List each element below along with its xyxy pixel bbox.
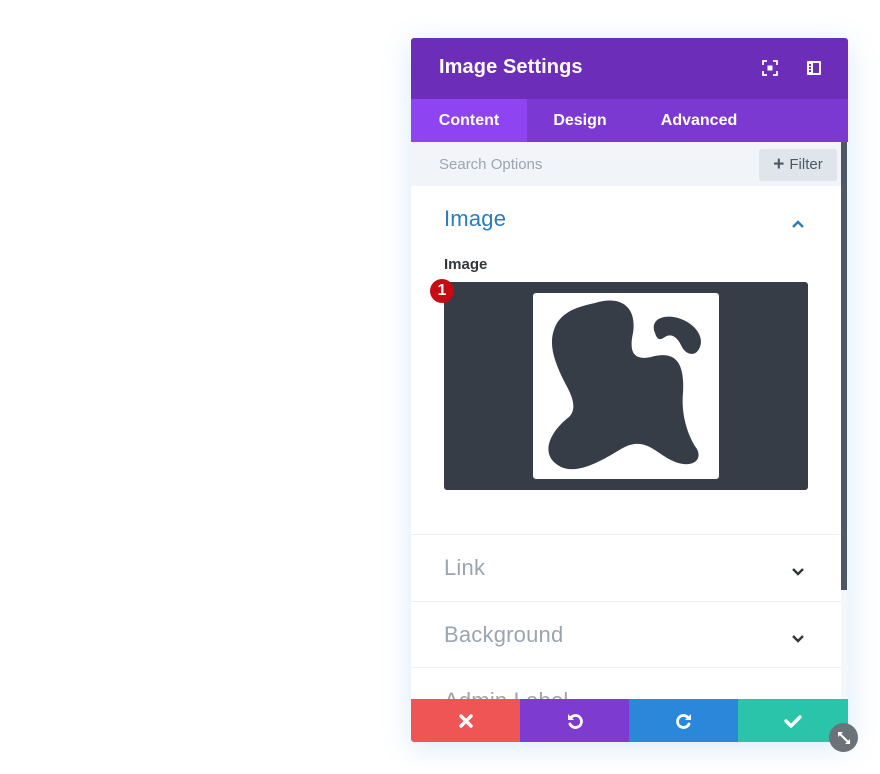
image-thumbnail — [533, 293, 719, 479]
resize-arrows-icon — [837, 731, 850, 744]
check-icon — [784, 714, 802, 728]
plus-icon: + — [773, 154, 785, 175]
chevron-down-icon[interactable] — [791, 631, 805, 643]
image-upload-preview[interactable] — [444, 282, 808, 490]
blob-shape-image — [548, 300, 701, 470]
chevron-up-icon[interactable] — [791, 216, 805, 228]
section-divider — [411, 667, 841, 668]
section-title-link[interactable]: Link — [444, 555, 485, 581]
tab-bar: Content Design Advanced — [411, 99, 848, 142]
modal-footer — [411, 699, 848, 742]
step-badge: 1 — [430, 279, 454, 303]
redo-icon — [676, 713, 691, 729]
section-divider — [411, 601, 841, 602]
expand-icon[interactable] — [762, 60, 778, 76]
filter-button[interactable]: + Filter — [759, 149, 837, 181]
section-title-image[interactable]: Image — [444, 206, 506, 232]
tab-advanced[interactable]: Advanced — [633, 99, 765, 142]
modal-header: Image Settings — [411, 38, 848, 99]
close-icon — [459, 713, 473, 728]
search-options-input[interactable] — [439, 152, 739, 176]
tab-design[interactable]: Design — [527, 99, 633, 142]
sidebar-layout-icon[interactable] — [806, 60, 822, 76]
section-divider — [411, 534, 841, 535]
redo-button[interactable] — [629, 699, 739, 742]
modal-title: Image Settings — [439, 56, 583, 78]
cancel-button[interactable] — [411, 699, 521, 742]
undo-icon — [568, 713, 583, 729]
section-title-background[interactable]: Background — [444, 622, 563, 648]
search-bar: +Filter — [411, 142, 841, 186]
chevron-down-icon[interactable] — [791, 564, 805, 576]
tab-content[interactable]: Content — [411, 99, 527, 142]
scrollbar-thumb[interactable] — [841, 142, 847, 590]
image-settings-modal: Image Settings Content Design Advanced +… — [411, 38, 848, 742]
undo-button[interactable] — [520, 699, 630, 742]
resize-handle[interactable] — [829, 723, 858, 752]
filter-label: Filter — [789, 156, 823, 173]
image-field-label: Image — [444, 256, 488, 273]
